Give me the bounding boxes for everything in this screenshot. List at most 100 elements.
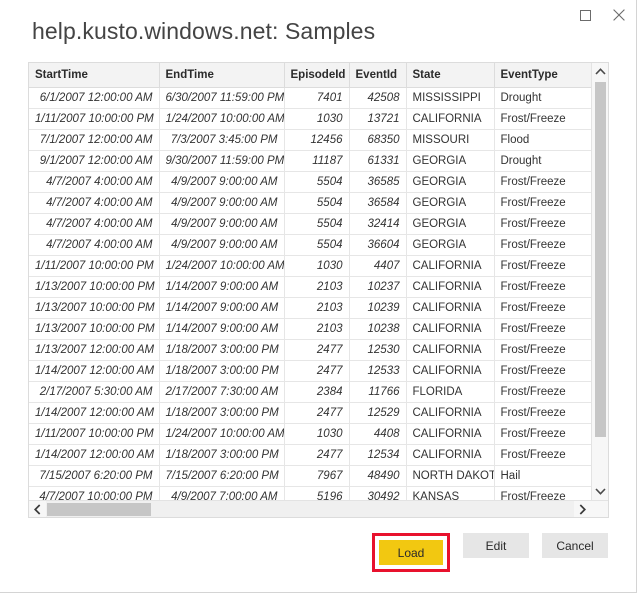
horizontal-scrollbar-thumb[interactable] xyxy=(47,503,151,516)
cell-endtime: 4/9/2007 9:00:00 AM xyxy=(159,192,284,213)
cell-state: FLORIDA xyxy=(406,381,494,402)
table-row[interactable]: 4/7/2007 4:00:00 AM4/9/2007 9:00:00 AM55… xyxy=(29,234,591,255)
cell-endtime: 1/14/2007 9:00:00 AM xyxy=(159,276,284,297)
cell-episodeid: 7401 xyxy=(284,87,349,108)
cell-eventid: 36604 xyxy=(349,234,406,255)
cell-eventtype: Frost/Freeze xyxy=(494,486,591,500)
cell-state: CALIFORNIA xyxy=(406,339,494,360)
table-row[interactable]: 2/17/2007 5:30:00 AM2/17/2007 7:30:00 AM… xyxy=(29,381,591,402)
preview-table: StartTimeEndTimeEpisodeIdEventIdStateEve… xyxy=(29,63,591,500)
cell-state: KANSAS xyxy=(406,486,494,500)
page-title: help.kusto.windows.net: Samples xyxy=(32,18,375,45)
cell-starttime: 1/13/2007 12:00:00 AM xyxy=(29,339,159,360)
cell-eventtype: Frost/Freeze xyxy=(494,297,591,318)
cell-eventtype: Frost/Freeze xyxy=(494,276,591,297)
table-row[interactable]: 4/7/2007 4:00:00 AM4/9/2007 9:00:00 AM55… xyxy=(29,171,591,192)
cell-endtime: 7/3/2007 3:45:00 PM xyxy=(159,129,284,150)
data-preview-grid: StartTimeEndTimeEpisodeIdEventIdStateEve… xyxy=(28,62,609,518)
cell-episodeid: 1030 xyxy=(284,255,349,276)
column-header-state[interactable]: State xyxy=(406,63,494,87)
table-row[interactable]: 6/1/2007 12:00:00 AM6/30/2007 11:59:00 P… xyxy=(29,87,591,108)
table-row[interactable]: 4/7/2007 10:00:00 PM4/9/2007 7:00:00 AM5… xyxy=(29,486,591,500)
cell-eventid: 10239 xyxy=(349,297,406,318)
cell-endtime: 1/18/2007 3:00:00 PM xyxy=(159,444,284,465)
cell-starttime: 1/11/2007 10:00:00 PM xyxy=(29,108,159,129)
cell-state: CALIFORNIA xyxy=(406,402,494,423)
scroll-up-button[interactable] xyxy=(592,63,609,80)
maximize-button[interactable] xyxy=(568,1,602,30)
cell-eventtype: Frost/Freeze xyxy=(494,423,591,444)
cell-eventid: 68350 xyxy=(349,129,406,150)
cell-episodeid: 1030 xyxy=(284,423,349,444)
cell-eventtype: Drought xyxy=(494,150,591,171)
cell-endtime: 4/9/2007 9:00:00 AM xyxy=(159,171,284,192)
table-row[interactable]: 1/13/2007 10:00:00 PM1/14/2007 9:00:00 A… xyxy=(29,318,591,339)
cell-episodeid: 1030 xyxy=(284,108,349,129)
table-row[interactable]: 4/7/2007 4:00:00 AM4/9/2007 9:00:00 AM55… xyxy=(29,192,591,213)
cell-starttime: 4/7/2007 4:00:00 AM xyxy=(29,213,159,234)
grid-columns-viewport: StartTimeEndTimeEpisodeIdEventIdStateEve… xyxy=(29,63,591,500)
table-row[interactable]: 1/11/2007 10:00:00 PM1/24/2007 10:00:00 … xyxy=(29,423,591,444)
column-header-starttime[interactable]: StartTime xyxy=(29,63,159,87)
edit-button[interactable]: Edit xyxy=(463,533,529,558)
cell-starttime: 4/7/2007 4:00:00 AM xyxy=(29,171,159,192)
table-row[interactable]: 7/1/2007 12:00:00 AM7/3/2007 3:45:00 PM1… xyxy=(29,129,591,150)
cell-episodeid: 5196 xyxy=(284,486,349,500)
table-row[interactable]: 1/13/2007 12:00:00 AM1/18/2007 3:00:00 P… xyxy=(29,339,591,360)
cell-endtime: 2/17/2007 7:30:00 AM xyxy=(159,381,284,402)
cell-eventtype: Frost/Freeze xyxy=(494,255,591,276)
vertical-scrollbar-thumb[interactable] xyxy=(595,82,606,437)
cell-eventid: 11766 xyxy=(349,381,406,402)
cell-starttime: 2/17/2007 5:30:00 AM xyxy=(29,381,159,402)
scroll-right-button[interactable] xyxy=(574,501,591,518)
cell-episodeid: 5504 xyxy=(284,234,349,255)
column-header-eventid[interactable]: EventId xyxy=(349,63,406,87)
column-header-eventtype[interactable]: EventType xyxy=(494,63,591,87)
table-row[interactable]: 1/13/2007 10:00:00 PM1/14/2007 9:00:00 A… xyxy=(29,297,591,318)
cell-starttime: 6/1/2007 12:00:00 AM xyxy=(29,87,159,108)
cell-eventtype: Frost/Freeze xyxy=(494,360,591,381)
cell-starttime: 9/1/2007 12:00:00 AM xyxy=(29,150,159,171)
cell-eventid: 48490 xyxy=(349,465,406,486)
column-header-episodeid[interactable]: EpisodeId xyxy=(284,63,349,87)
cell-endtime: 9/30/2007 11:59:00 PM xyxy=(159,150,284,171)
cancel-button[interactable]: Cancel xyxy=(542,533,608,558)
cell-eventid: 4408 xyxy=(349,423,406,444)
cell-episodeid: 2477 xyxy=(284,444,349,465)
cell-endtime: 1/24/2007 10:00:00 AM xyxy=(159,255,284,276)
cell-starttime: 4/7/2007 4:00:00 AM xyxy=(29,192,159,213)
scroll-down-button[interactable] xyxy=(592,483,609,500)
table-row[interactable]: 1/14/2007 12:00:00 AM1/18/2007 3:00:00 P… xyxy=(29,360,591,381)
horizontal-scrollbar[interactable] xyxy=(29,500,608,517)
table-row[interactable]: 4/7/2007 4:00:00 AM4/9/2007 9:00:00 AM55… xyxy=(29,213,591,234)
cell-eventtype: Frost/Freeze xyxy=(494,318,591,339)
table-row[interactable]: 1/14/2007 12:00:00 AM1/18/2007 3:00:00 P… xyxy=(29,444,591,465)
cell-episodeid: 7967 xyxy=(284,465,349,486)
close-button[interactable] xyxy=(602,1,636,30)
cell-episodeid: 2103 xyxy=(284,297,349,318)
cell-eventid: 36584 xyxy=(349,192,406,213)
table-row[interactable]: 1/11/2007 10:00:00 PM1/24/2007 10:00:00 … xyxy=(29,255,591,276)
column-header-endtime[interactable]: EndTime xyxy=(159,63,284,87)
table-row[interactable]: 1/14/2007 12:00:00 AM1/18/2007 3:00:00 P… xyxy=(29,402,591,423)
vertical-scrollbar[interactable] xyxy=(591,63,608,500)
cell-eventtype: Frost/Freeze xyxy=(494,339,591,360)
load-button[interactable]: Load xyxy=(379,540,443,565)
cell-eventid: 13721 xyxy=(349,108,406,129)
horizontal-scrollbar-track[interactable] xyxy=(46,501,574,518)
table-row[interactable]: 1/13/2007 10:00:00 PM1/14/2007 9:00:00 A… xyxy=(29,276,591,297)
table-row[interactable]: 9/1/2007 12:00:00 AM9/30/2007 11:59:00 P… xyxy=(29,150,591,171)
table-row[interactable]: 7/15/2007 6:20:00 PM7/15/2007 6:20:00 PM… xyxy=(29,465,591,486)
cell-episodeid: 2477 xyxy=(284,360,349,381)
cell-eventid: 30492 xyxy=(349,486,406,500)
scroll-left-button[interactable] xyxy=(29,501,46,518)
cell-starttime: 1/14/2007 12:00:00 AM xyxy=(29,444,159,465)
cell-eventid: 10238 xyxy=(349,318,406,339)
table-row[interactable]: 1/11/2007 10:00:00 PM1/24/2007 10:00:00 … xyxy=(29,108,591,129)
cell-eventtype: Hail xyxy=(494,465,591,486)
cell-starttime: 1/13/2007 10:00:00 PM xyxy=(29,276,159,297)
cell-starttime: 7/1/2007 12:00:00 AM xyxy=(29,129,159,150)
cell-endtime: 1/18/2007 3:00:00 PM xyxy=(159,360,284,381)
cell-eventid: 10237 xyxy=(349,276,406,297)
vertical-scrollbar-track[interactable] xyxy=(592,80,609,483)
